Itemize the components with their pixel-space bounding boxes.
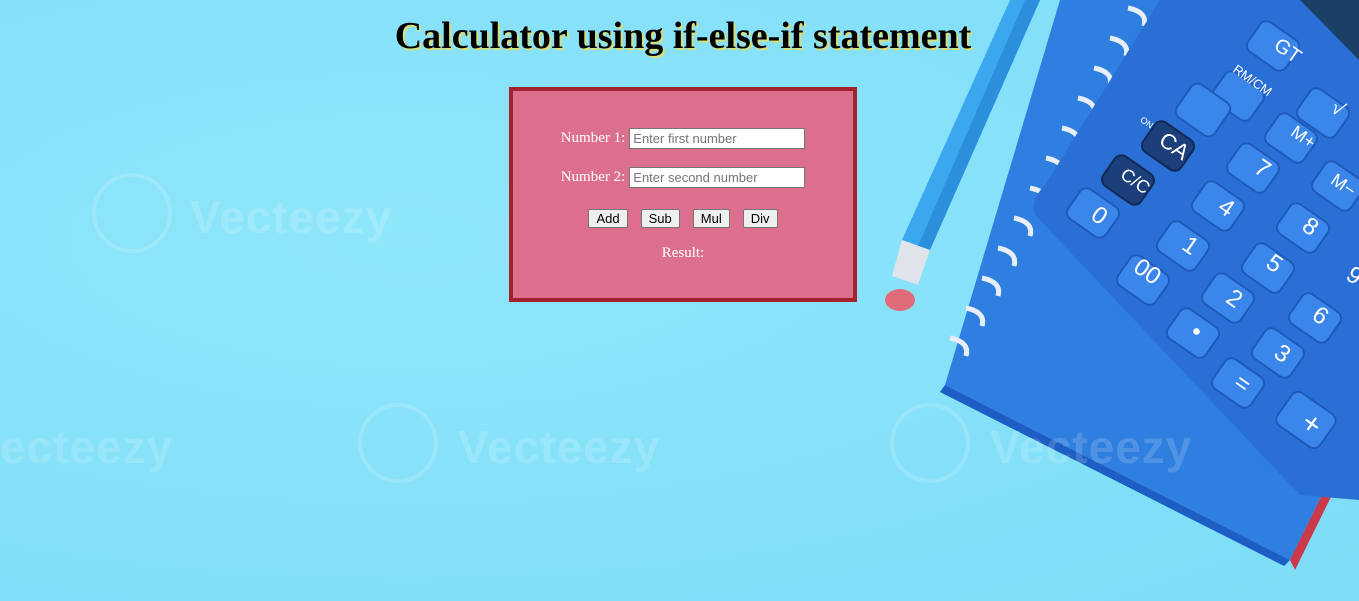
svg-text:4: 4 [1213,193,1239,223]
svg-text:5: 5 [1261,249,1287,279]
result-label: Result: [661,245,705,261]
svg-text:C/C: C/C [1117,164,1154,198]
svg-text:8: 8 [1297,212,1323,242]
mul-button[interactable]: Mul [692,209,730,228]
watermark-text: Vecteezy [990,421,1193,473]
svg-text:+: + [1295,406,1328,443]
operation-buttons: Add Sub Mul Div [513,209,853,228]
svg-text:M−: M− [1327,170,1359,201]
watermark-logo-icon [890,403,970,483]
svg-text:1: 1 [1177,231,1203,261]
watermark-text: Vecteezy [458,421,661,473]
svg-text:M+: M+ [1287,122,1319,153]
sub-button[interactable]: Sub [640,209,680,228]
notebook-illustration [940,0,1359,570]
watermark-text: Vecteezy [190,191,393,243]
number2-input[interactable] [629,167,806,188]
svg-text:0: 0 [1086,201,1112,231]
svg-text:9: 9 [1341,261,1359,291]
svg-text:6: 6 [1307,301,1333,331]
svg-text:7: 7 [1249,154,1275,184]
watermark-text: ecteezy [0,421,174,473]
number1-input[interactable] [629,128,806,149]
svg-text:CA: CA [1155,127,1195,165]
number1-label: Number 1: [560,130,626,146]
page-title: Calculator using if-else-if statement [394,15,972,57]
watermark-logo-icon [92,173,172,253]
add-button[interactable]: Add [588,209,628,228]
calculator-form-panel: Number 1: Number 2: Add Sub Mul Div Resu… [509,87,857,302]
svg-text:00: 00 [1129,253,1166,290]
div-button[interactable]: Div [742,209,778,228]
number2-label: Number 2: [560,169,626,185]
watermark-logo-icon [358,403,438,483]
svg-text:=: = [1229,369,1256,399]
svg-text:•: • [1185,318,1207,345]
svg-text:√: √ [1327,97,1349,121]
svg-text:3: 3 [1269,339,1295,369]
number2-row: Number 2: [513,167,853,188]
number1-row: Number 1: [513,128,853,149]
svg-text:RM/CM: RM/CM [1230,62,1275,100]
svg-text:2: 2 [1221,284,1247,314]
svg-text:ON: ON [1138,115,1155,131]
